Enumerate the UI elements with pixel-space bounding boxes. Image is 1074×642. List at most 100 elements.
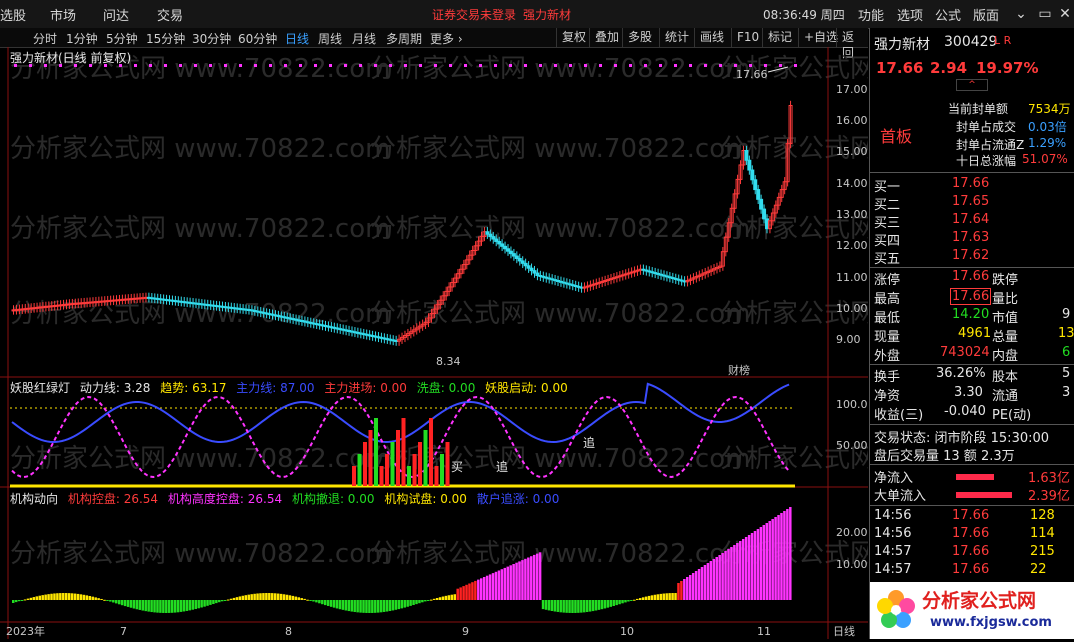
ind2-bar (550, 600, 554, 612)
ind2-bar (671, 593, 674, 600)
ind2-bar (591, 600, 595, 612)
ind2-bar (135, 600, 139, 610)
tf-daily[interactable]: 日线 (285, 30, 309, 47)
stock-link[interactable]: 强力新材 (523, 6, 571, 23)
tf-60min[interactable]: 60分钟 (238, 30, 277, 47)
ind1-bar (412, 454, 417, 486)
btn-multistock[interactable]: 多股 (622, 28, 657, 48)
tf-more[interactable]: 更多 › (430, 30, 463, 47)
bid-row[interactable]: 买五 17.62 (870, 248, 1074, 267)
restore-icon[interactable]: ▭ (1034, 4, 1056, 24)
ind2-bar (721, 553, 724, 600)
indicator2-name[interactable]: 机构动向 (10, 492, 58, 506)
ind2-bar (662, 593, 665, 600)
menu-item-3[interactable]: 交易 (157, 5, 183, 24)
ind2-bar (621, 600, 624, 604)
resistance-dot (734, 64, 737, 67)
ind2-bar (691, 573, 695, 600)
tf-monthly[interactable]: 月线 (352, 30, 376, 47)
tf-15min[interactable]: 15分钟 (146, 30, 185, 47)
tf-intraday[interactable]: 分时 (33, 30, 57, 47)
ind2-bar (627, 600, 630, 602)
btn-draw[interactable]: 画线 (694, 28, 729, 48)
ind2-bar (332, 600, 336, 608)
btn-f10[interactable]: F10 (731, 28, 764, 48)
expand-arrow-icon[interactable]: ^ (956, 79, 988, 91)
ind1-bar (374, 418, 378, 486)
ind2-bar (273, 593, 277, 600)
resistance-dot (689, 64, 692, 67)
clock: 08:36:49 周四 (763, 8, 845, 22)
ind2-bar (182, 600, 186, 612)
ind2-bar (465, 584, 468, 600)
ind2-bar (147, 600, 150, 612)
ind2-bar (388, 600, 392, 612)
btn-stats[interactable]: 统计 (659, 28, 694, 48)
ind1-item: 主力进场: 0.00 (324, 381, 407, 395)
bid-row[interactable]: 买一 17.66 (870, 176, 1074, 195)
resistance-dot (269, 64, 272, 67)
menu-formula[interactable]: 公式 (935, 5, 961, 24)
btn-adjust[interactable]: 复权 (556, 28, 591, 48)
quote-row: 外盘 743024 内盘 6 (874, 345, 1071, 364)
btn-back[interactable]: 返回 (836, 28, 868, 60)
menu-options[interactable]: 选项 (897, 5, 923, 24)
resistance-dot (239, 64, 242, 67)
ind2-bar (138, 600, 142, 610)
menu-layout[interactable]: 版面 (973, 5, 999, 24)
tf-5min[interactable]: 5分钟 (106, 30, 138, 47)
close-icon[interactable]: ✕ (1054, 4, 1074, 24)
tf-weekly[interactable]: 周线 (318, 30, 342, 47)
ind2-bar (418, 600, 421, 604)
resistance-dot (149, 64, 152, 67)
resistance-dot (779, 64, 782, 67)
indicator2-header: 机构动向 机构控盘: 26.54 机构高度控盘: 26.54 机构撤退: 0.0… (10, 490, 559, 507)
bid-row[interactable]: 买三 17.64 (870, 212, 1074, 231)
resistance-dot (194, 64, 197, 67)
ind2-bar (677, 583, 680, 600)
ind2-bar (168, 600, 171, 613)
watermark-text: 分析家公式网 www.70822.com (370, 54, 750, 84)
price-tick: 11.00 (836, 271, 868, 284)
chart-area[interactable]: 分析家公式网 www.70822.com 分析家公式网 www.70822.co… (0, 47, 1074, 639)
ind2-bar (144, 600, 147, 612)
menu-item-2[interactable]: 问达 (103, 5, 129, 24)
menu-item-0[interactable]: 选股 (0, 5, 26, 24)
ind2-bar (680, 581, 683, 600)
ind2-bar (297, 597, 301, 600)
resistance-dot (524, 64, 527, 67)
date-axis: 2023年 7 8 9 10 11 日线 (6, 624, 855, 638)
tf-multi[interactable]: 多周期 (386, 30, 422, 47)
resistance-dot (344, 64, 347, 67)
ind1-tick: 100.0 (836, 398, 868, 411)
ind2-bar (609, 600, 613, 607)
ind2-tick: 10.00 (836, 558, 868, 571)
candle-body (753, 179, 758, 191)
ind1-bar (407, 466, 411, 486)
resistance-dot (449, 64, 452, 67)
minimize-icon[interactable]: ⌄ (1010, 4, 1032, 24)
tf-30min[interactable]: 30分钟 (192, 30, 231, 47)
menu-function[interactable]: 功能 (858, 5, 884, 24)
menu-item-1[interactable]: 市场 (50, 5, 76, 24)
ind2-bar (215, 600, 218, 604)
resistance-dot (254, 64, 257, 67)
ad-banner[interactable]: 分析家公式网 www.fxjgsw.com (870, 582, 1074, 639)
btn-overlay[interactable]: 叠加 (589, 28, 624, 48)
ind2-bar (394, 600, 398, 610)
period-toolbar: 分时 1分钟 5分钟 15分钟 30分钟 60分钟 日线 周线 月线 多周期 更… (0, 28, 868, 60)
ind2-bar (129, 600, 133, 608)
indicator1-name[interactable]: 妖股红绿灯 (10, 381, 70, 395)
ind2-bar (471, 582, 474, 600)
bid-row[interactable]: 买二 17.65 (870, 194, 1074, 213)
tf-1min[interactable]: 1分钟 (66, 30, 98, 47)
ind2-bar (594, 600, 598, 611)
ind2-bar (435, 597, 439, 600)
net-inflow-bar (956, 474, 994, 480)
btn-mark[interactable]: 标记 (762, 28, 797, 48)
login-notice[interactable]: 证券交易未登录 (432, 6, 516, 23)
resistance-dot (359, 64, 362, 67)
kline-chart-svg[interactable]: 分析家公式网 www.70822.com 分析家公式网 www.70822.co… (0, 47, 1074, 639)
bid-row[interactable]: 买四 17.63 (870, 230, 1074, 249)
ind2-bar (727, 549, 730, 600)
